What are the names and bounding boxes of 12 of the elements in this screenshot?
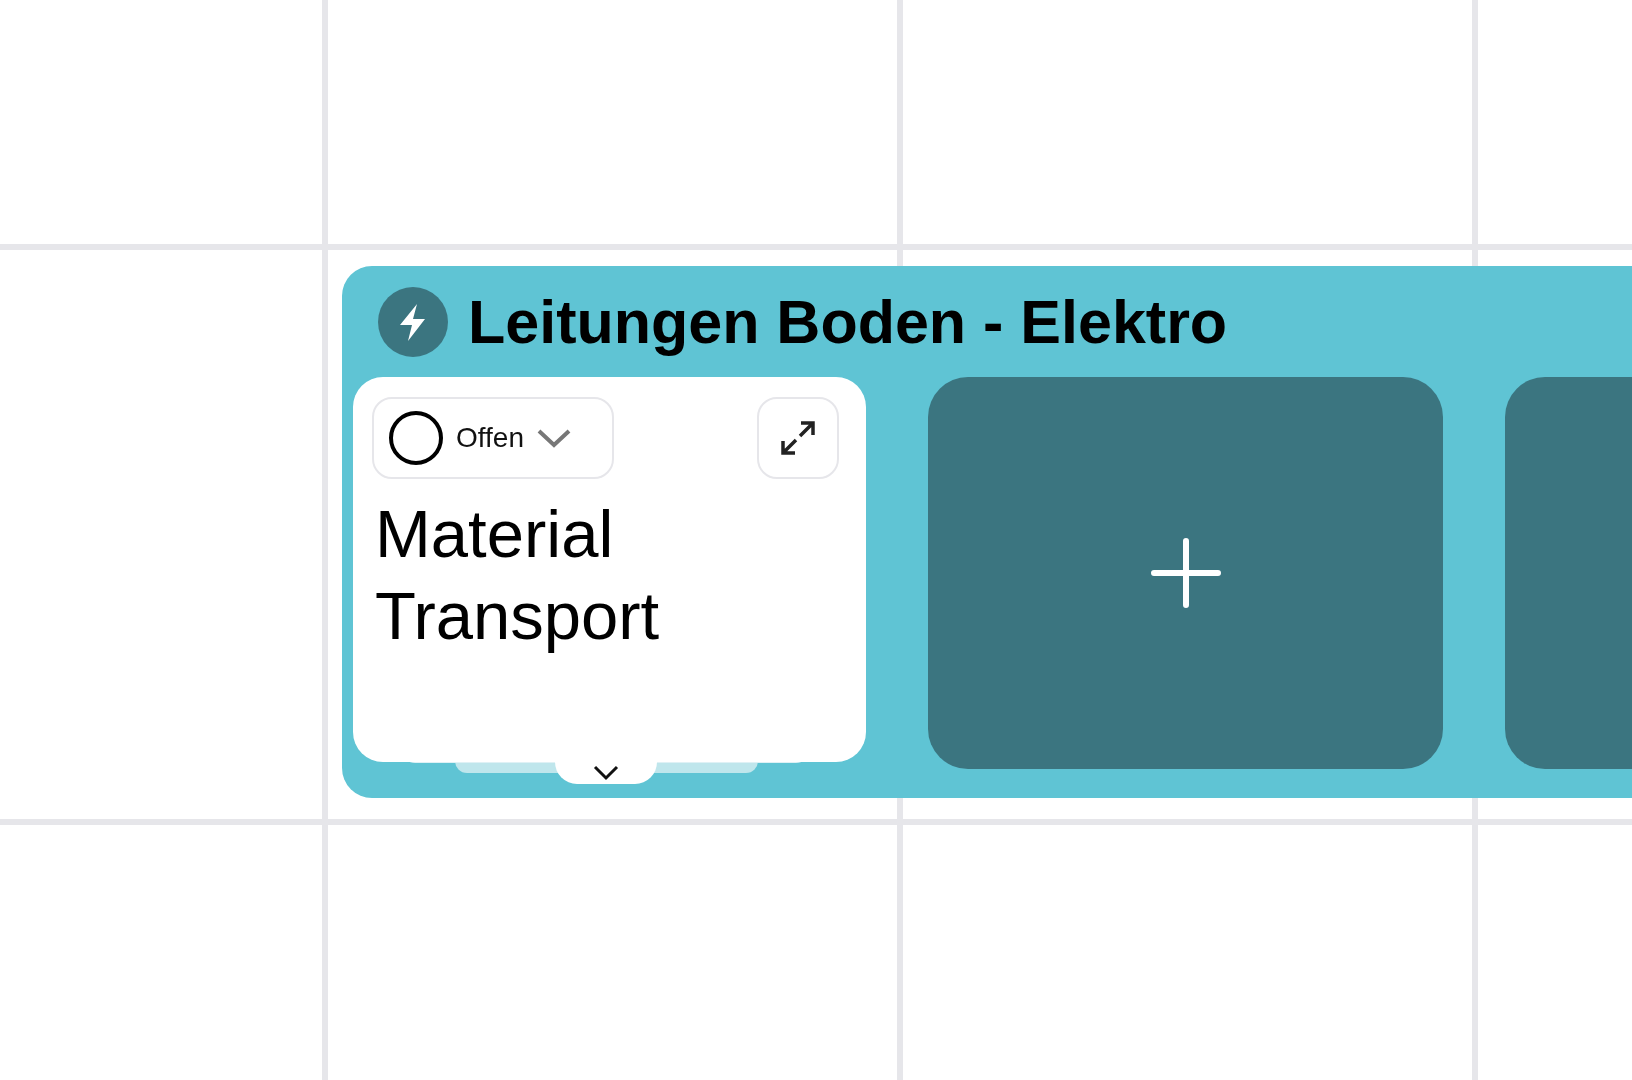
lightning-icon (378, 286, 448, 357)
expand-icon (779, 419, 817, 457)
expand-stack-button[interactable] (555, 762, 657, 784)
task-card[interactable]: Offen Material Transport (353, 377, 866, 762)
chevron-down-icon (536, 427, 572, 449)
task-title: Material Transport (375, 495, 661, 655)
chevron-down-icon (592, 764, 620, 782)
expand-button[interactable] (757, 397, 839, 479)
group-title: Leitungen Boden - Elektro (468, 286, 1228, 357)
status-label: Offen (456, 422, 524, 454)
status-dropdown[interactable]: Offen (372, 397, 614, 479)
plus-icon (1149, 537, 1222, 609)
